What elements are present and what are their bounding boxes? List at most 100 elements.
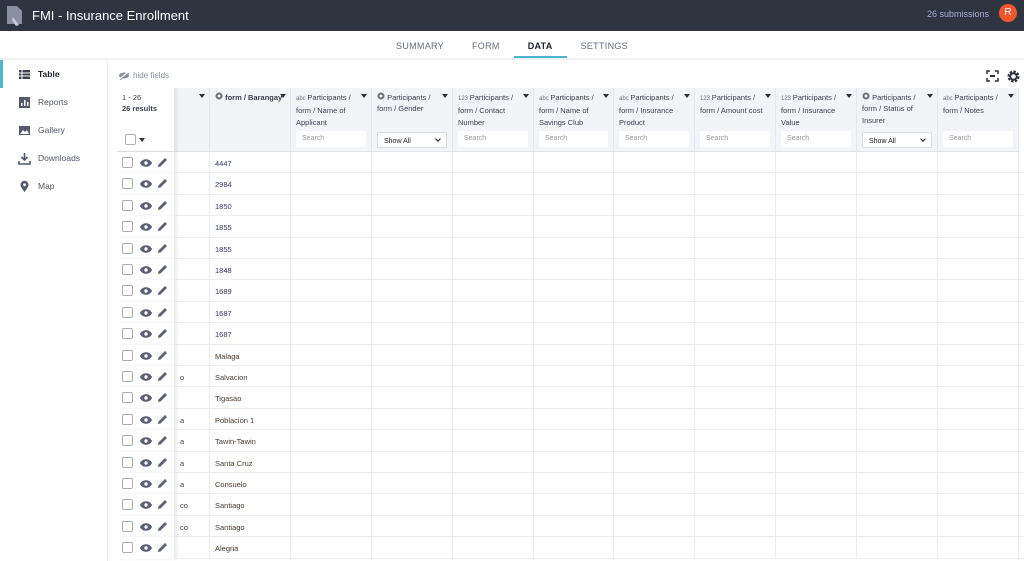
row-checkbox[interactable]: [122, 478, 133, 489]
edit-pencil-icon[interactable]: [157, 328, 168, 341]
gear-icon[interactable]: [1007, 70, 1020, 83]
edit-pencil-icon[interactable]: [157, 414, 168, 427]
column-menu-icon[interactable]: [765, 94, 771, 98]
edit-pencil-icon[interactable]: [157, 350, 168, 363]
row-checkbox[interactable]: [122, 306, 133, 318]
edit-pencil-icon[interactable]: [157, 178, 168, 191]
view-eye-icon[interactable]: [140, 330, 152, 340]
column-menu-icon[interactable]: [199, 94, 205, 98]
table-cell: [175, 152, 210, 174]
tab-data[interactable]: DATA: [513, 31, 567, 58]
column-search-input[interactable]: Search: [539, 131, 608, 147]
view-eye-icon[interactable]: [140, 437, 152, 447]
tab-settings[interactable]: SETTINGS: [567, 31, 642, 58]
column-menu-icon[interactable]: [603, 94, 609, 98]
sidebar-item-reports[interactable]: Reports: [0, 88, 107, 116]
sidebar-item-table[interactable]: Table: [0, 60, 107, 88]
edit-pencil-icon[interactable]: [157, 499, 168, 512]
edit-pencil-icon[interactable]: [157, 264, 168, 277]
view-eye-icon[interactable]: [140, 394, 152, 404]
tab-form[interactable]: FORM: [458, 31, 514, 58]
view-eye-icon[interactable]: [140, 266, 152, 276]
edit-pencil-icon[interactable]: [157, 478, 168, 491]
row-checkbox[interactable]: [122, 221, 133, 233]
table-cell: [175, 259, 210, 281]
column-menu-icon[interactable]: [927, 94, 933, 98]
view-eye-icon[interactable]: [140, 523, 152, 533]
fullscreen-icon[interactable]: [986, 70, 999, 82]
row-checkbox[interactable]: [122, 157, 133, 168]
edit-pencil-icon[interactable]: [157, 285, 168, 298]
select-all-dropdown-icon[interactable]: [139, 138, 145, 142]
column-menu-icon[interactable]: [846, 94, 852, 98]
column-search-input[interactable]: Search: [296, 131, 366, 147]
column-menu-icon[interactable]: [684, 94, 690, 98]
row-checkbox[interactable]: [122, 349, 133, 361]
column-menu-icon[interactable]: [361, 94, 367, 98]
row-checkbox[interactable]: [122, 178, 133, 190]
view-eye-icon[interactable]: [140, 351, 152, 362]
table-cell: [453, 430, 534, 452]
select-all-checkbox[interactable]: [125, 134, 136, 145]
table-cell: [857, 280, 938, 302]
row-checkbox[interactable]: [122, 392, 133, 404]
row-checkbox[interactable]: [122, 413, 133, 425]
view-eye-icon[interactable]: [140, 159, 152, 169]
view-eye-icon[interactable]: [140, 544, 152, 554]
column-menu-icon[interactable]: [442, 94, 448, 98]
column-filter-select[interactable]: Show All: [862, 132, 932, 148]
edit-pencil-icon[interactable]: [157, 435, 168, 448]
row-checkbox[interactable]: [122, 456, 133, 468]
edit-pencil-icon[interactable]: [157, 157, 168, 170]
sidebar-item-downloads[interactable]: Downloads: [0, 144, 107, 172]
row-checkbox[interactable]: [122, 264, 133, 275]
row-checkbox[interactable]: [122, 371, 133, 382]
column-search-input[interactable]: Search: [458, 131, 528, 147]
view-eye-icon[interactable]: [140, 480, 152, 490]
tab-summary[interactable]: SUMMARY: [382, 31, 458, 58]
row-checkbox[interactable]: [122, 520, 133, 532]
view-eye-icon[interactable]: [140, 309, 152, 319]
column-menu-icon[interactable]: [1008, 94, 1014, 98]
table-row: co Santiago: [117, 515, 1024, 538]
view-eye-icon[interactable]: [140, 287, 152, 297]
select-type-icon: [377, 92, 387, 102]
column-filter-select[interactable]: Show All: [377, 132, 447, 148]
view-eye-icon[interactable]: [140, 416, 152, 426]
submissions-count[interactable]: 26 submissions: [927, 9, 989, 19]
view-eye-icon[interactable]: [140, 458, 152, 469]
view-eye-icon[interactable]: [140, 244, 152, 255]
edit-pencil-icon[interactable]: [157, 542, 168, 555]
row-checkbox[interactable]: [122, 499, 133, 511]
edit-pencil-icon[interactable]: [157, 200, 168, 213]
column-search-input[interactable]: Search: [781, 131, 851, 147]
sidebar-item-gallery[interactable]: Gallery: [0, 116, 107, 144]
edit-pencil-icon[interactable]: [157, 243, 168, 256]
column-search-input[interactable]: Search: [943, 131, 1013, 147]
view-eye-icon[interactable]: [140, 223, 152, 233]
view-eye-icon[interactable]: [140, 373, 152, 383]
view-eye-icon[interactable]: [140, 180, 152, 190]
row-checkbox[interactable]: [122, 285, 133, 297]
row-checkbox[interactable]: [122, 542, 133, 554]
edit-pencil-icon[interactable]: [157, 307, 168, 320]
edit-pencil-icon[interactable]: [157, 221, 168, 234]
edit-pencil-icon[interactable]: [157, 457, 168, 470]
hide-fields-button[interactable]: hide fields: [118, 71, 169, 80]
column-search-input[interactable]: Search: [700, 131, 770, 147]
row-checkbox[interactable]: [122, 328, 133, 340]
row-checkbox[interactable]: [122, 199, 133, 211]
edit-pencil-icon[interactable]: [157, 392, 168, 405]
edit-pencil-icon[interactable]: [157, 371, 168, 384]
edit-pencil-icon[interactable]: [157, 521, 168, 534]
table-cell: [614, 473, 695, 495]
avatar[interactable]: R: [999, 4, 1017, 22]
view-eye-icon[interactable]: [140, 202, 152, 212]
sidebar-item-map[interactable]: Map: [0, 172, 107, 200]
row-checkbox[interactable]: [122, 435, 133, 447]
column-menu-icon[interactable]: [280, 94, 286, 98]
column-menu-icon[interactable]: [523, 94, 529, 98]
column-search-input[interactable]: Search: [619, 131, 689, 147]
row-checkbox[interactable]: [122, 242, 133, 254]
view-eye-icon[interactable]: [140, 501, 152, 511]
